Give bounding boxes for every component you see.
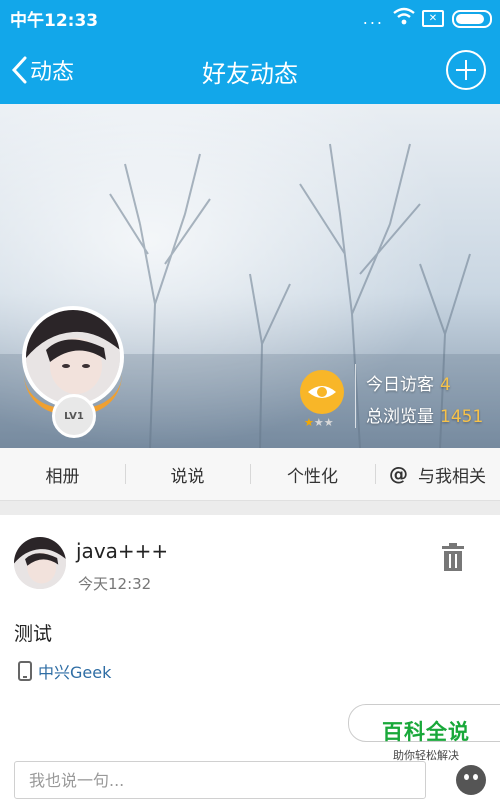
visitors-today-label: 今日访客 [366, 375, 434, 395]
post-device-name: 中兴Geek [38, 663, 112, 682]
post-device[interactable]: 中兴Geek [18, 659, 111, 683]
profile-avatar[interactable] [22, 306, 124, 408]
profile-tabs: 相册 说说 个性化 @ 与我相关 [0, 448, 500, 501]
tab-related-label: 与我相关 [418, 466, 486, 487]
post-author-avatar[interactable] [14, 537, 66, 589]
stats-divider [355, 364, 356, 428]
tab-personalize[interactable]: 个性化 [250, 448, 375, 500]
total-views: 总浏览量 1451 [366, 402, 483, 427]
profile-cover: LV1 ★★★ 今日访客 4 总浏览量 1451 [0, 104, 500, 448]
emoji-icon[interactable] [456, 765, 486, 795]
total-views-label: 总浏览量 [366, 407, 434, 427]
delete-post-trash-icon[interactable] [442, 543, 464, 575]
post-author-name[interactable]: java+++ [76, 539, 168, 563]
visitors-today-count: 4 [440, 375, 451, 395]
post-content: 测试 [14, 623, 53, 645]
level-badge: LV1 [52, 394, 96, 438]
watermark-title: 百科全说 [382, 720, 470, 744]
title-bar: 动态 好友动态 [0, 36, 500, 104]
status-time: 中午12:33 [10, 11, 99, 31]
top-bar: 中午12:33 ... ✕ 动态 好友动态 [0, 0, 500, 104]
wifi-icon [392, 7, 416, 29]
add-post-button[interactable] [446, 50, 486, 90]
section-gap [0, 501, 500, 515]
more-dots-icon: ... [362, 9, 384, 28]
visitor-rating-stars: ★★★ [304, 416, 334, 429]
status-bar: 中午12:33 ... ✕ [0, 0, 500, 36]
tab-related-to-me[interactable]: @ 与我相关 [375, 448, 500, 500]
post-timestamp: 今天12:32 [78, 575, 152, 593]
battery-icon [452, 10, 492, 28]
visitor-eye-icon[interactable] [300, 370, 344, 414]
avatar-image [26, 310, 120, 404]
at-icon: @ [389, 463, 408, 485]
total-views-count: 1451 [440, 407, 484, 427]
phone-icon [18, 661, 32, 681]
no-sim-icon: ✕ [422, 10, 444, 27]
tab-album[interactable]: 相册 [0, 448, 125, 500]
visitors-today: 今日访客 4 [366, 370, 451, 395]
watermark-subtitle: 助你轻松解决 [393, 749, 459, 762]
comment-input[interactable]: 我也说一句... [14, 761, 426, 799]
watermark: 百科全说 助你轻松解决 [356, 716, 496, 763]
page-title: 好友动态 [202, 60, 298, 88]
tab-shuoshuo[interactable]: 说说 [125, 448, 250, 500]
